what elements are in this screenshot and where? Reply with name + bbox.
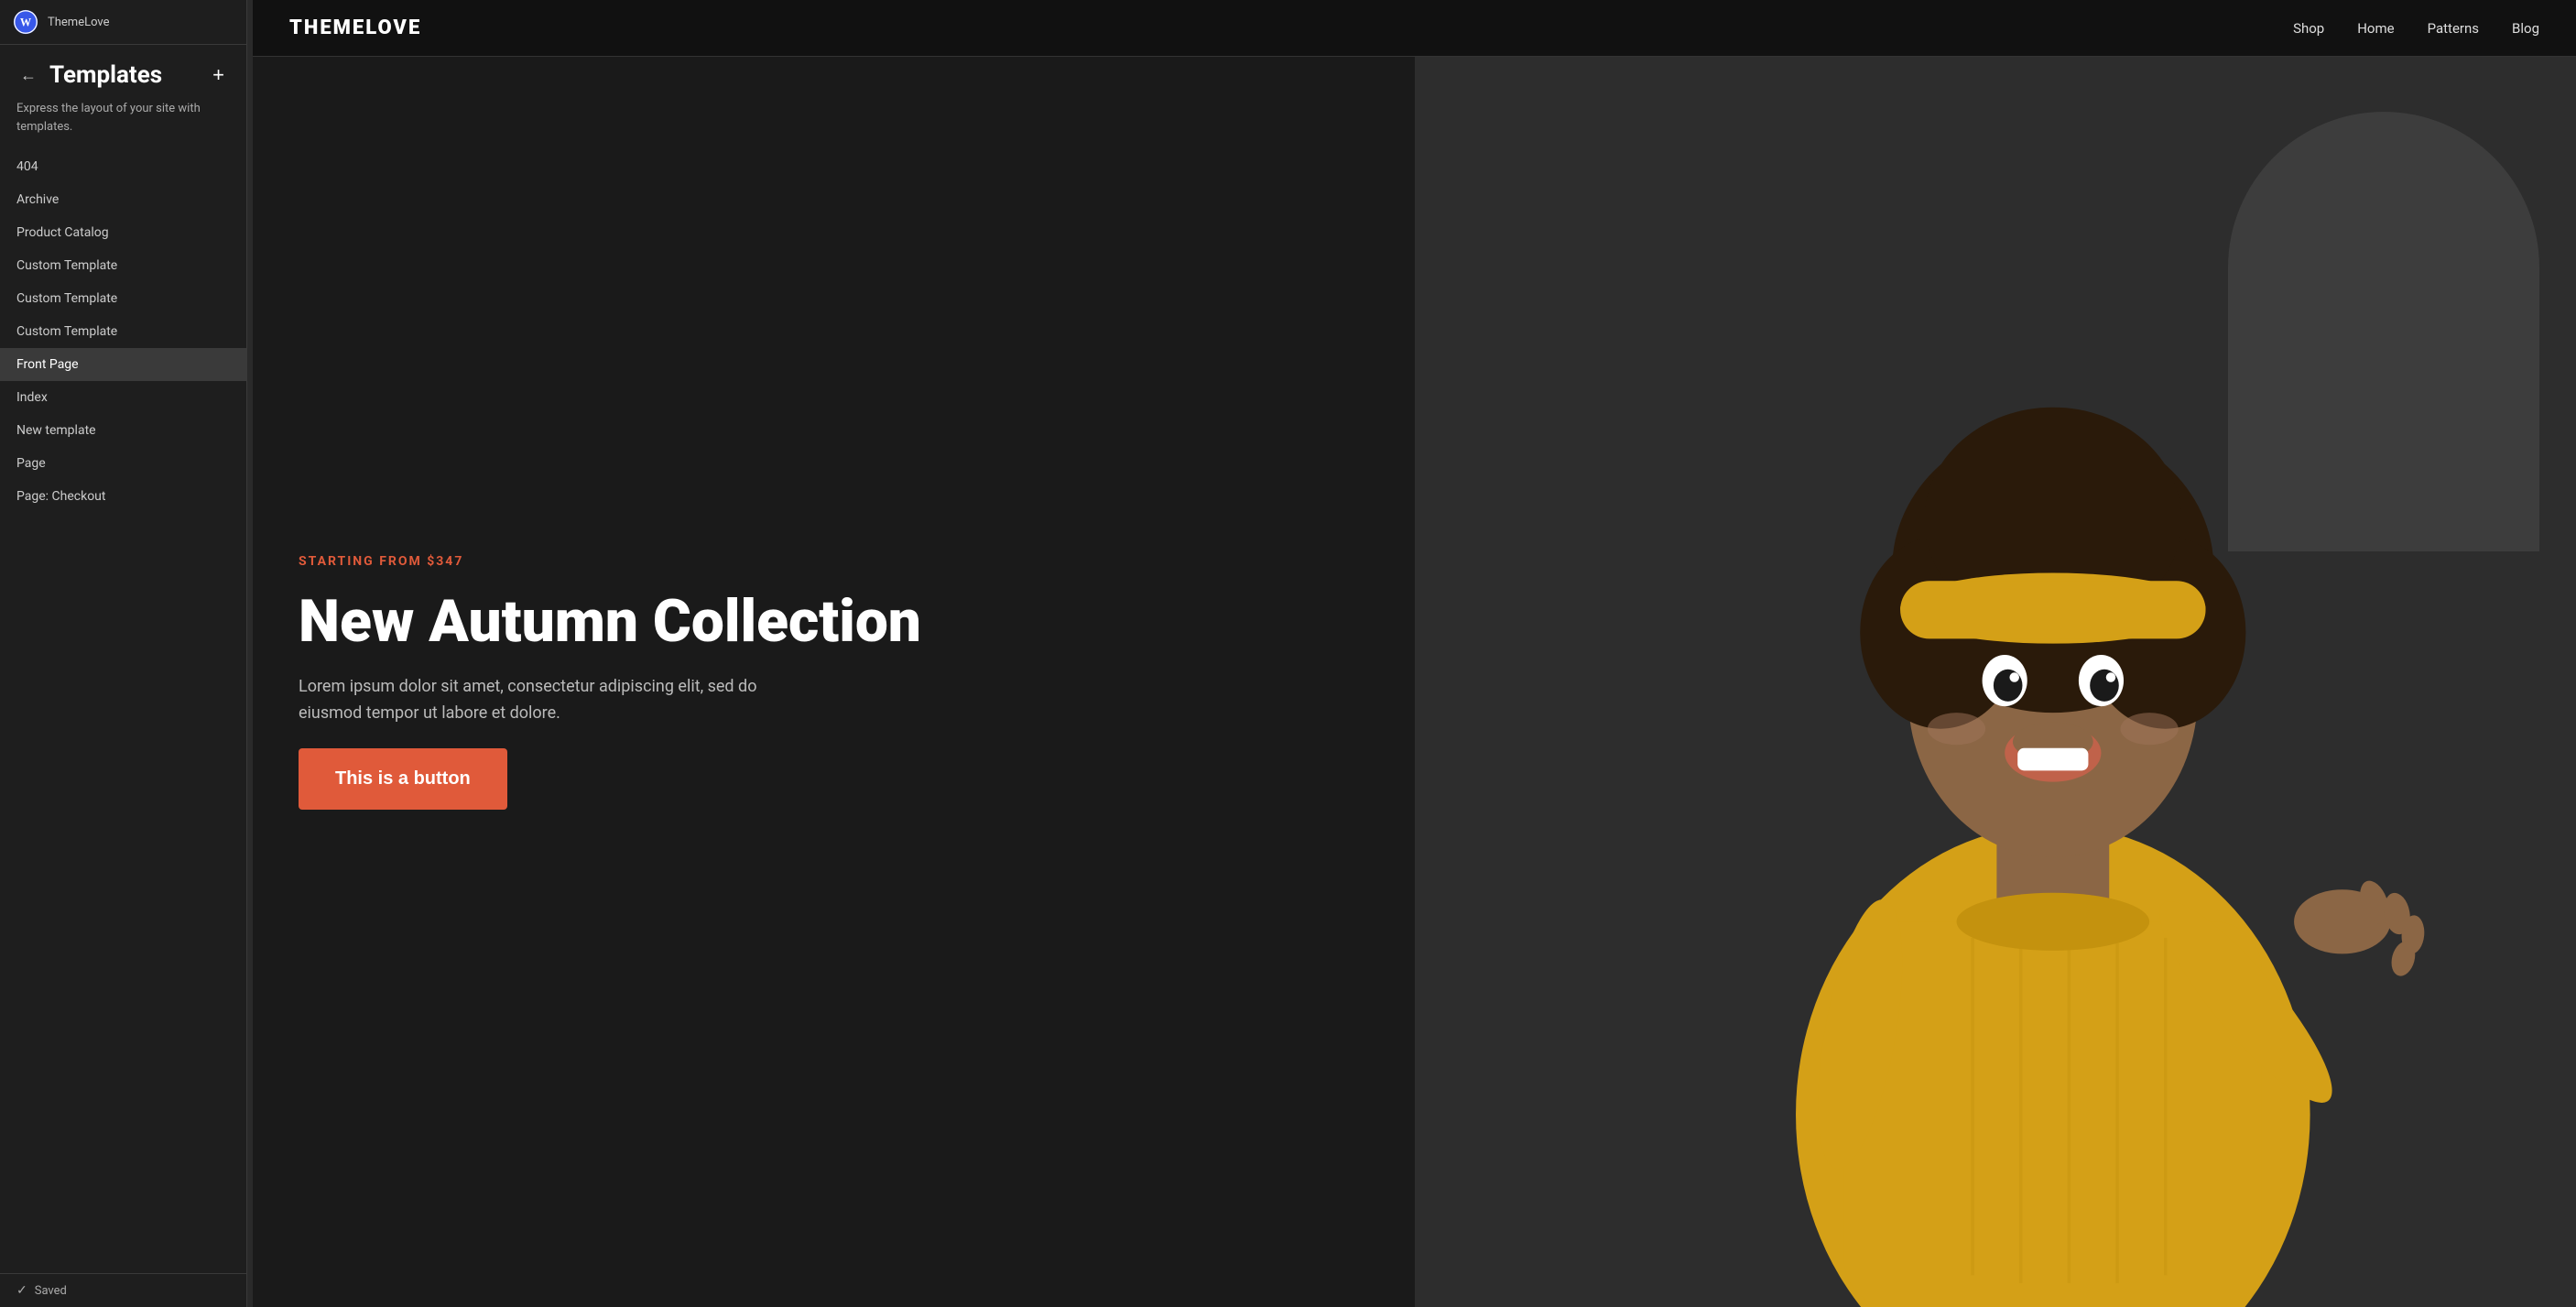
hero-title: New Autumn Collection [299,591,1369,652]
sidebar-item-page-checkout[interactable]: Page: Checkout [0,480,246,513]
hero-cta-button[interactable]: This is a button [299,748,507,810]
hero-section: STARTING FROM $347 New Autumn Collection… [253,57,2576,1307]
site-nav-blog[interactable]: Blog [2512,20,2539,37]
sidebar-title: Templates [49,61,162,89]
sidebar-item-custom-template-3[interactable]: Custom Template [0,315,246,348]
sidebar-item-product-catalog[interactable]: Product Catalog [0,216,246,249]
svg-text:W: W [20,16,32,28]
sidebar-item-new-template[interactable]: New template [0,414,246,447]
sidebar: W ThemeLove ← Templates + Express the la… [0,0,247,1307]
sidebar-nav: 404ArchiveProduct CatalogCustom Template… [0,150,246,1273]
sidebar-header: ← Templates + [0,45,246,96]
sidebar-description: Express the layout of your site with tem… [0,96,246,150]
sidebar-item-front-page[interactable]: Front Page [0,348,246,381]
sidebar-item-custom-template-1[interactable]: Custom Template [0,249,246,282]
sidebar-item-custom-template-2[interactable]: Custom Template [0,282,246,315]
topbar-label: ThemeLove [48,16,110,29]
topbar: W ThemeLove [0,0,246,45]
preview-site-header: THEMELOVE Shop Home Patterns Blog [253,0,2576,57]
wordpress-logo: W [13,9,38,35]
sidebar-item-archive[interactable]: Archive [0,183,246,216]
saved-status: Saved [35,1284,67,1298]
site-logo: THEMELOVE [289,16,421,39]
site-nav-shop[interactable]: Shop [2293,20,2324,37]
site-nav-patterns[interactable]: Patterns [2428,20,2479,37]
sidebar-footer: ✓ Saved [0,1273,246,1307]
hero-woman-illustration [1530,182,2576,1307]
main-content: THEMELOVE Shop Home Patterns Blog STARTING … [253,0,2576,1307]
hero-subtitle: STARTING FROM $347 [299,554,1369,569]
sidebar-item-index[interactable]: Index [0,381,246,414]
hero-left: STARTING FROM $347 New Autumn Collection… [253,57,1415,1307]
site-nav-home[interactable]: Home [2357,20,2394,37]
saved-check-icon: ✓ [16,1283,27,1298]
add-template-button[interactable]: + [207,63,230,87]
site-nav: Shop Home Patterns Blog [2293,20,2539,37]
hero-right [1415,57,2576,1307]
sidebar-item-404[interactable]: 404 [0,150,246,183]
hero-body: Lorem ipsum dolor sit amet, consectetur … [299,674,775,727]
back-button[interactable]: ← [16,64,40,87]
sidebar-item-page[interactable]: Page [0,447,246,480]
